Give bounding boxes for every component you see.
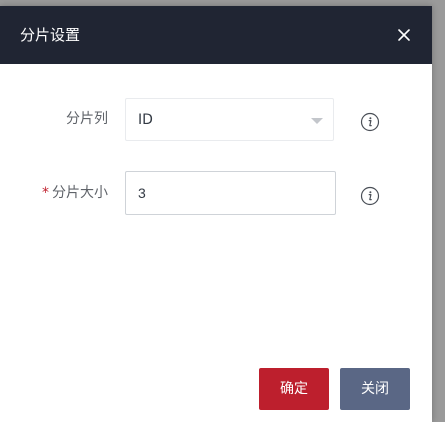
shard-column-value: ID: [138, 112, 153, 128]
close-icon[interactable]: [392, 23, 416, 47]
close-button[interactable]: 关闭: [340, 368, 410, 410]
chevron-down-icon: [311, 118, 323, 124]
shard-size-input[interactable]: [125, 171, 336, 215]
shard-column-label: 分片列: [66, 111, 108, 127]
info-icon[interactable]: [360, 186, 380, 206]
required-mark: *: [42, 185, 49, 201]
shard-column-select[interactable]: ID: [125, 98, 334, 141]
shard-size-label-text: 分片大小: [52, 185, 108, 201]
shard-settings-dialog: 分片设置 分片列 ID *分片大小 确定 关闭: [0, 6, 432, 422]
dialog-title: 分片设置: [20, 26, 81, 44]
info-icon[interactable]: [360, 112, 380, 132]
confirm-button[interactable]: 确定: [259, 368, 329, 410]
dialog-header: 分片设置: [0, 6, 432, 64]
shard-size-label: * 分片大小: [8, 183, 108, 203]
